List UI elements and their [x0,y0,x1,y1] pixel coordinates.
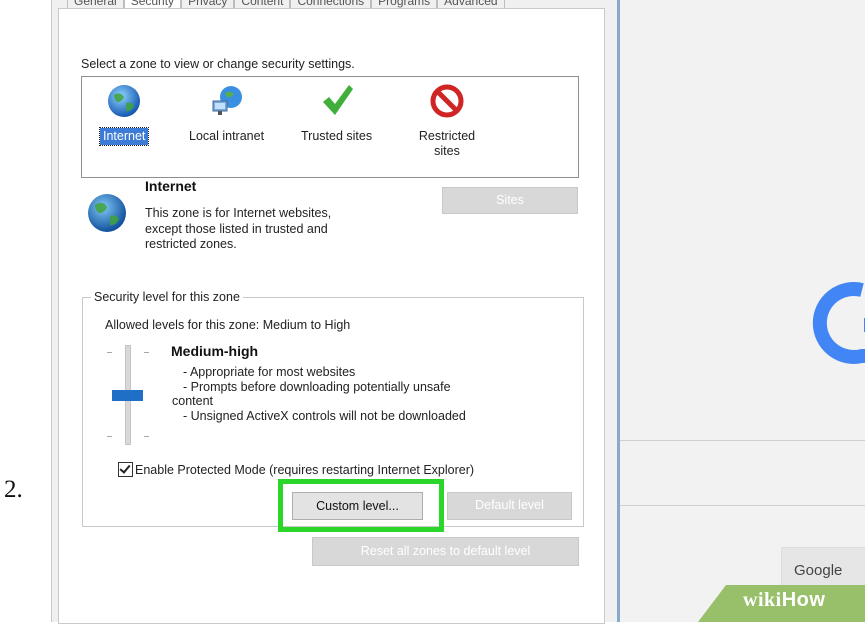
sites-button[interactable]: Sites [442,187,578,214]
level-point: - Unsigned ActiveX controls will not be … [183,408,466,423]
slider-tick [144,352,149,353]
level-point: - Appropriate for most websites [183,365,356,379]
zone-local-intranet[interactable]: Local intranet [186,83,267,145]
watermark-wiki: wiki [743,589,782,611]
intranet-icon [212,86,242,115]
tab-privacy[interactable]: Privacy [181,0,235,8]
zone-internet[interactable]: Internet [98,83,150,146]
zone-trusted-sites[interactable]: Trusted sites [298,83,375,145]
custom-level-button[interactable]: Custom level... [292,492,423,520]
zone-list: Internet Local intranet Trusted sites Re… [81,76,579,178]
default-level-button[interactable]: Default level [447,492,572,520]
zone-label: Restricted sites [418,129,476,158]
slider-tick [107,436,112,437]
tab-strip: General Security Privacy Content Connect… [67,0,505,8]
internet-options-dialog: General Security Privacy Content Connect… [51,0,617,624]
zone-label: Local intranet [189,129,265,143]
globe-icon [108,85,141,117]
zone-info-description: This zone is for Internet websites, exce… [145,206,332,251]
allowed-levels-text: Allowed levels for this zone: Medium to … [105,318,351,332]
reset-all-zones-button[interactable]: Reset all zones to default level [312,537,579,566]
tab-content[interactable]: Content [234,0,291,8]
protected-mode-row[interactable]: Enable Protected Mode (requires restarti… [118,462,474,477]
protected-mode-checkbox[interactable] [118,462,133,477]
protected-mode-label: Enable Protected Mode (requires restarti… [135,462,475,477]
tab-programs[interactable]: Programs [371,0,438,8]
slider-thumb[interactable] [112,390,143,401]
restricted-icon [430,84,464,118]
watermark-how: How [781,589,826,611]
zone-prompt: Select a zone to view or change security… [81,57,355,71]
security-level-group-title: Security level for this zone [91,290,243,304]
security-level-description: - Appropriate for most websites - Prompt… [172,365,543,423]
zone-label: Trusted sites [301,129,373,143]
zone-info-title: Internet [145,178,197,194]
globe-icon [88,194,126,232]
tab-security[interactable]: Security [123,0,182,8]
divider [620,440,865,441]
checkmark-icon [322,85,353,115]
slider-tick [144,436,149,437]
google-logo [812,282,865,364]
zone-restricted-sites[interactable]: Restricted sites [408,83,486,160]
tab-general[interactable]: General [67,0,124,8]
step-number: 2. [4,476,23,503]
tab-advanced[interactable]: Advanced [437,0,505,8]
divider [620,505,865,506]
security-level-title: Medium-high [171,343,259,359]
tab-connections[interactable]: Connections [290,0,372,8]
level-point: - Prompts before downloading potentially… [183,379,451,394]
zone-label: Internet [98,127,150,146]
slider-tick [107,352,112,353]
wikihow-watermark: wikiHow [743,589,825,612]
level-point: content [172,394,214,408]
